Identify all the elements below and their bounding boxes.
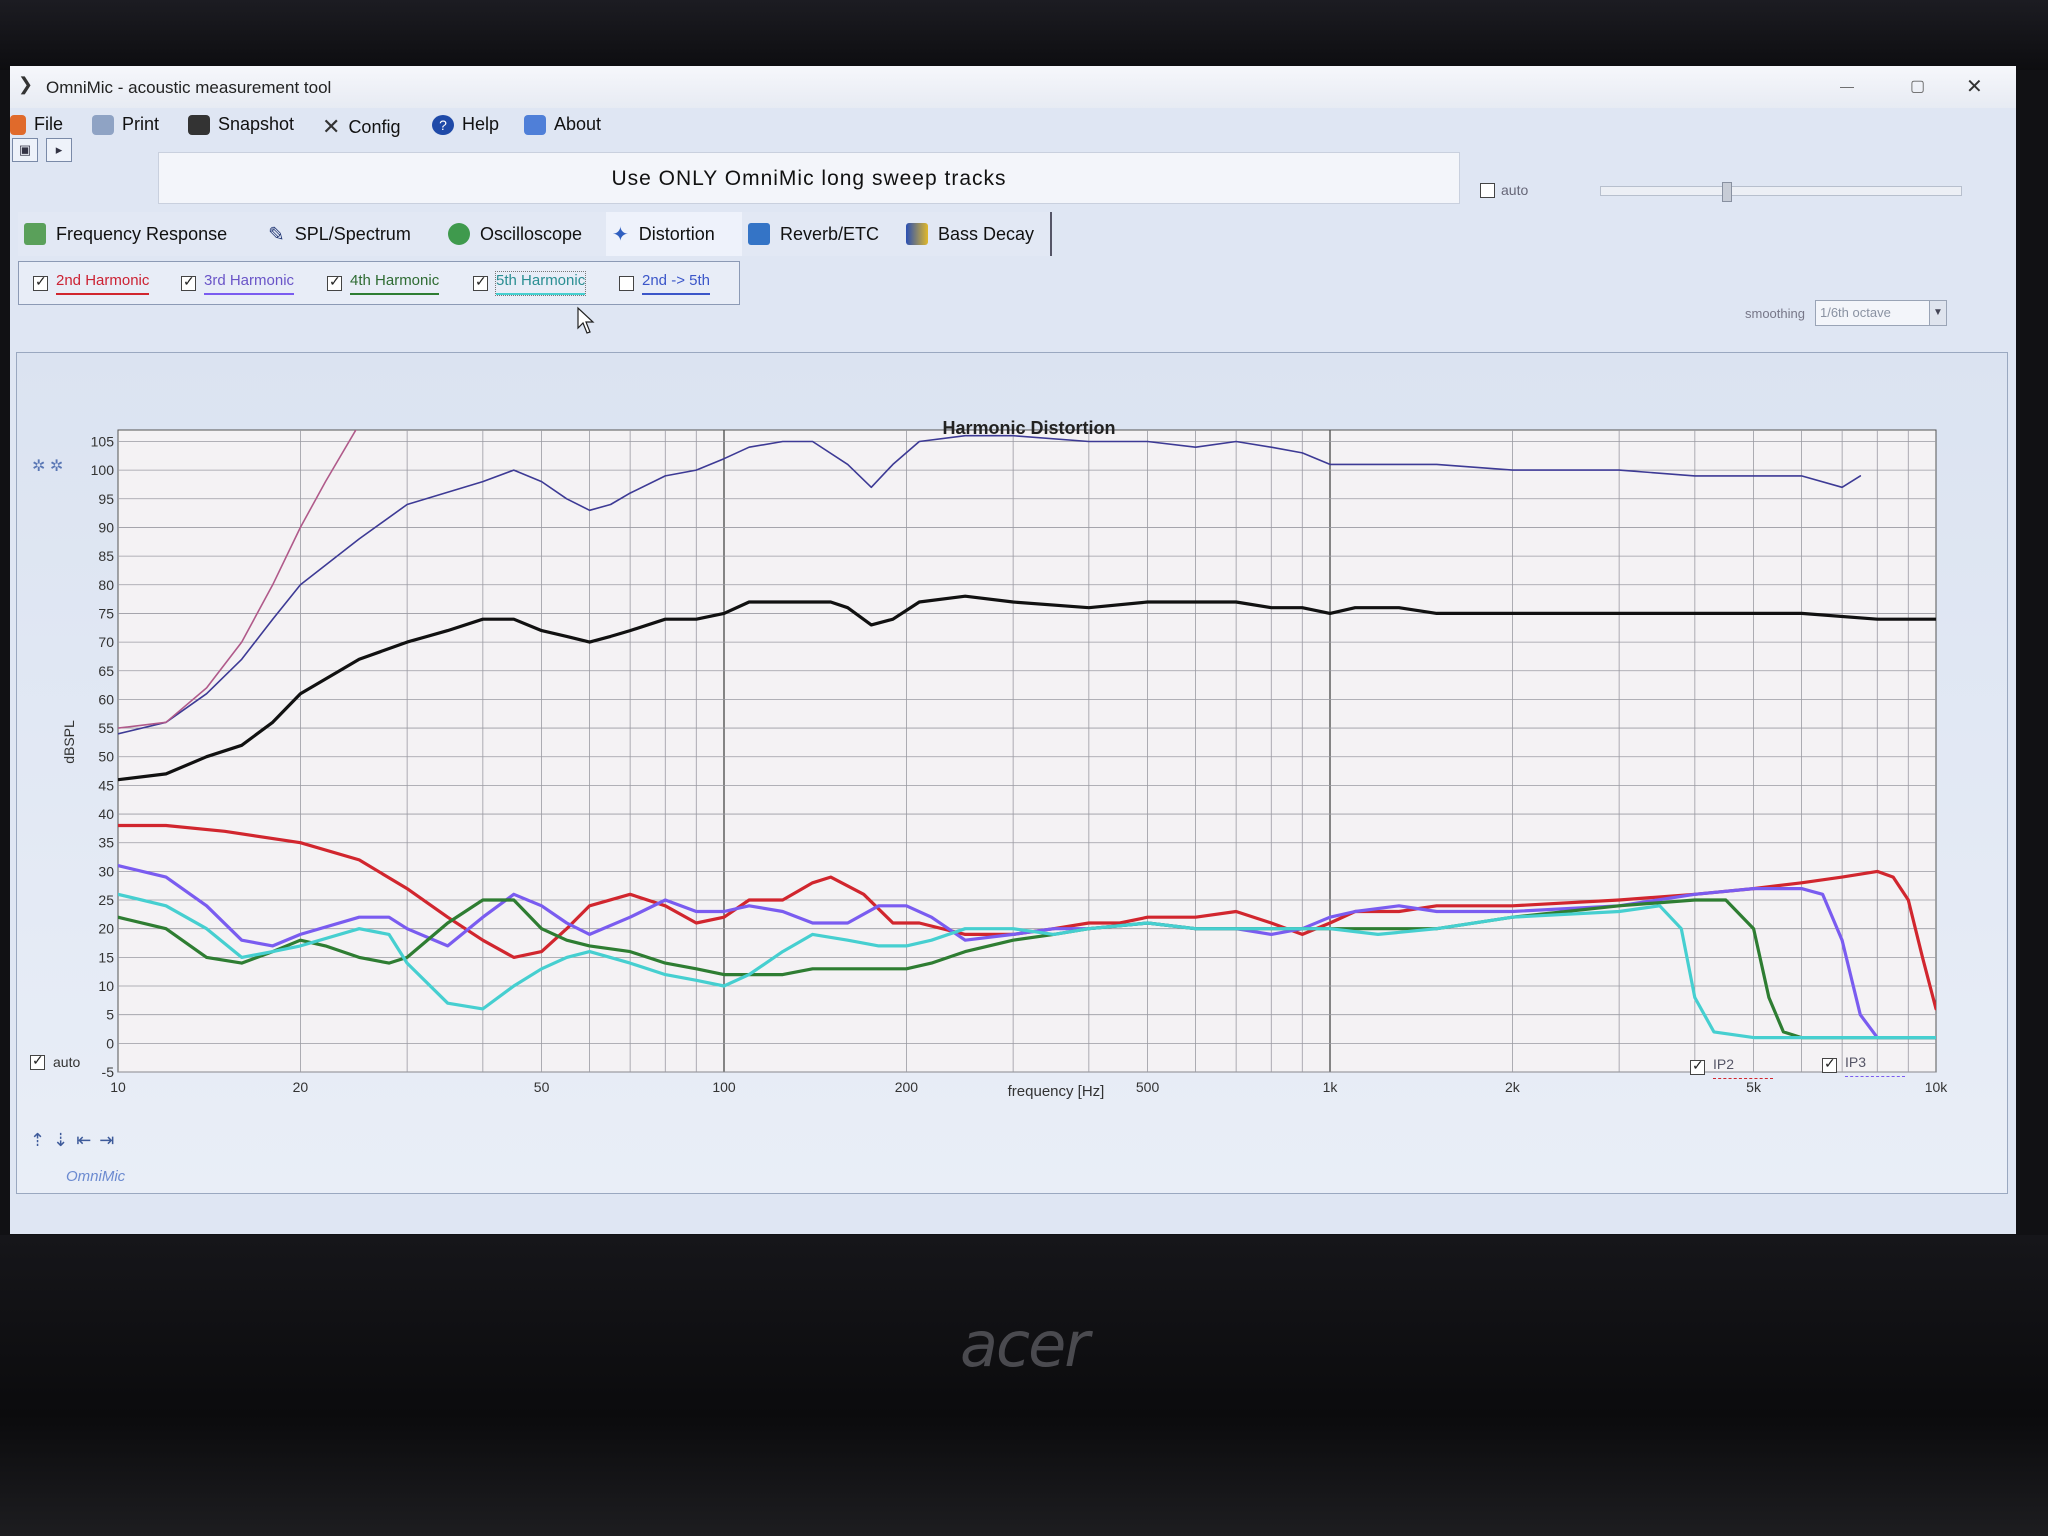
- x-tick-label: 100: [712, 1079, 736, 1095]
- plot-area: [117, 429, 1937, 1073]
- axis-nav-icons: ⇡ ⇣ ⇤ ⇥: [30, 1130, 114, 1151]
- y-tick-label: 5: [106, 1007, 114, 1023]
- y-auto-toggle[interactable]: auto: [30, 1052, 81, 1070]
- x-tick-label: 5k: [1746, 1079, 1762, 1095]
- ip3-toggle[interactable]: IP3: [1822, 1054, 1905, 1077]
- y-tick-label: 70: [98, 634, 114, 650]
- y-tick-label: 65: [98, 663, 114, 679]
- y-tick-label: 60: [98, 691, 114, 707]
- y-tick-label: 20: [98, 921, 114, 937]
- omnimic-brand: OmniMic: [66, 1168, 126, 1185]
- y-tick-label: 80: [98, 577, 114, 593]
- y-auto-checkbox[interactable]: [30, 1052, 45, 1070]
- arrow-up-icon[interactable]: ⇡: [30, 1130, 45, 1151]
- y-tick-label: 90: [98, 519, 114, 535]
- ip2-label: IP2: [1713, 1056, 1773, 1079]
- x-tick-label: 2k: [1505, 1079, 1521, 1095]
- y-tick-label: 30: [98, 863, 114, 879]
- x-tick-label: 50: [534, 1079, 550, 1095]
- arrow-left-icon[interactable]: ⇤: [76, 1130, 91, 1151]
- screen: ❯ OmniMic - acoustic measurement tool — …: [10, 66, 2016, 1234]
- x-tick-label: 10: [110, 1079, 126, 1095]
- y-tick-label: 35: [98, 835, 114, 851]
- y-tick-label: 85: [98, 548, 114, 564]
- y-axis-ticks: 1051009590858075706560555045403530252015…: [91, 433, 115, 1080]
- ip3-label: IP3: [1845, 1054, 1905, 1077]
- y-axis-label: dBSPL: [61, 720, 77, 764]
- y-tick-label: 15: [98, 949, 114, 965]
- y-tick-label: 0: [106, 1035, 114, 1051]
- y-tick-label: 10: [98, 978, 114, 994]
- y-tick-label: 45: [98, 777, 114, 793]
- y-tick-label: 105: [91, 433, 115, 449]
- y-tick-label: 25: [98, 892, 114, 908]
- y-tick-label: 100: [91, 462, 115, 478]
- y-tick-label: 75: [98, 605, 114, 621]
- x-tick-label: 200: [895, 1079, 919, 1095]
- arrow-right-icon[interactable]: ⇥: [99, 1130, 114, 1151]
- ip2-toggle[interactable]: IP2: [1690, 1056, 1773, 1079]
- x-tick-label: 1k: [1323, 1079, 1339, 1095]
- ip2-checkbox[interactable]: [1690, 1057, 1705, 1075]
- x-axis-label: frequency [Hz]: [1008, 1083, 1105, 1100]
- x-tick-label: 20: [293, 1079, 309, 1095]
- arrow-down-icon[interactable]: ⇣: [53, 1130, 68, 1151]
- y-auto-label: auto: [53, 1054, 81, 1070]
- y-tick-label: 95: [98, 491, 114, 507]
- x-tick-label: 10k: [1925, 1079, 1949, 1095]
- y-tick-label: 50: [98, 749, 114, 765]
- x-tick-label: 500: [1136, 1079, 1160, 1095]
- acer-logo: acer: [960, 1308, 1090, 1381]
- ip3-checkbox[interactable]: [1822, 1055, 1837, 1073]
- y-tick-label: -5: [102, 1064, 115, 1080]
- y-tick-label: 55: [98, 720, 114, 736]
- chart-title: Harmonic Distortion: [942, 418, 1115, 438]
- y-tick-label: 40: [98, 806, 114, 822]
- laptop-bezel-top: [0, 0, 2048, 70]
- laptop-bezel-bottom: [0, 1235, 2048, 1536]
